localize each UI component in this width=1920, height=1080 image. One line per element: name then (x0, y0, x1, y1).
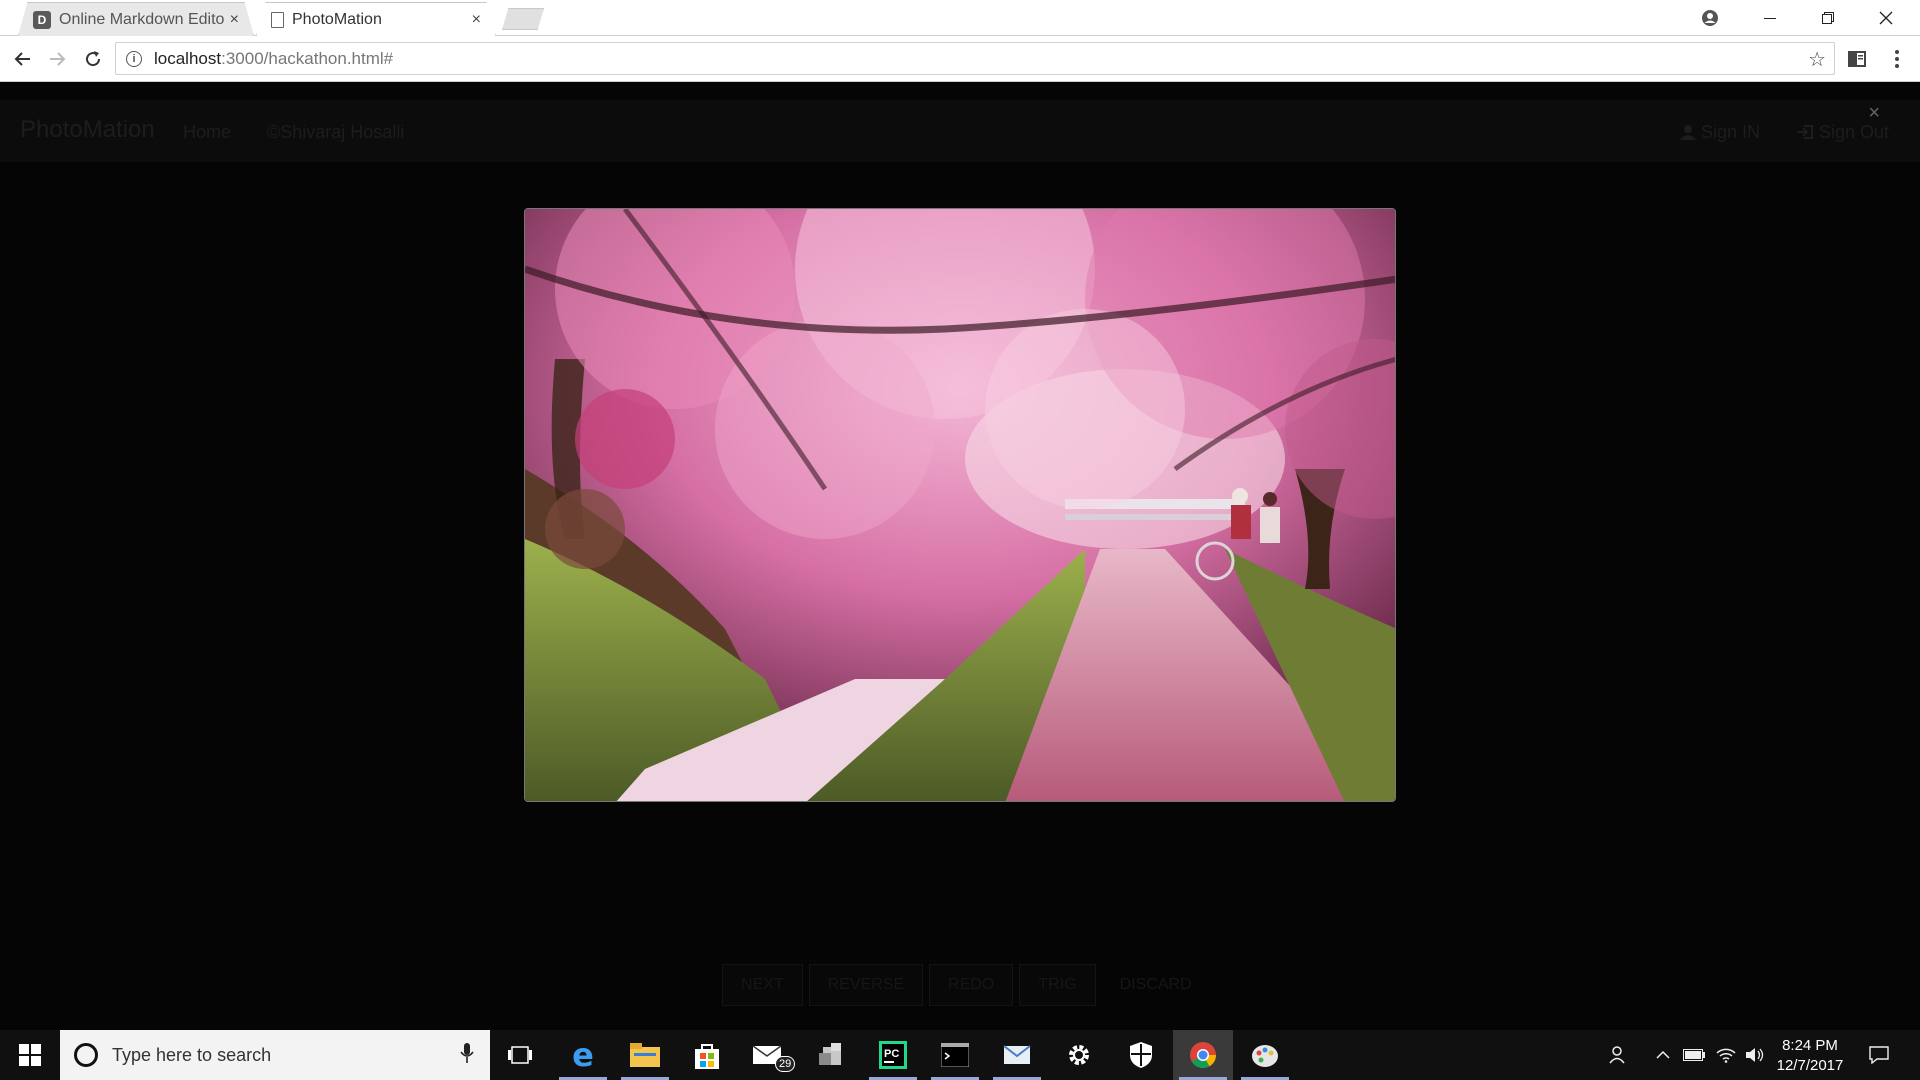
sign-in-label: Sign IN (1701, 122, 1761, 142)
paint-icon[interactable] (1235, 1030, 1295, 1080)
next-button[interactable]: NEXT (722, 964, 803, 1006)
markdown-favicon-icon: D (33, 10, 51, 29)
clock-date: 12/7/2017 (1776, 1057, 1844, 1074)
site-info-icon[interactable]: i (126, 50, 142, 67)
nav-credit-link[interactable]: ©Shivaraj Hosalli (267, 122, 404, 143)
sign-out-label: Sign Out (1819, 122, 1890, 142)
cherry-blossom-photo (524, 208, 1396, 802)
microphone-icon[interactable] (460, 1043, 474, 1068)
page-favicon-icon (271, 11, 284, 28)
windows-taskbar: Type here to search e 29 PC 8:24 PM 12/7… (0, 1030, 1920, 1080)
browser-tab-strip: D Online Markdown Editor × PhotoMation × (0, 0, 1920, 36)
tab-title: Online Markdown Editor (59, 10, 224, 28)
store-icon[interactable] (677, 1030, 737, 1080)
minimize-icon[interactable] (1742, 0, 1798, 36)
url-host: localhost (154, 48, 222, 68)
reading-list-icon[interactable] (1842, 44, 1872, 74)
browser-toolbar: i localhost:3000/hackathon.html# ☆ (0, 36, 1920, 82)
user-icon (1680, 125, 1696, 140)
reload-icon[interactable] (78, 44, 108, 74)
tab-close-icon[interactable]: × (472, 11, 481, 29)
clock-time: 8:24 PM (1782, 1037, 1838, 1054)
tab-title: PhotoMation (292, 10, 382, 28)
nav-home-link[interactable]: Home (183, 122, 231, 143)
restore-icon[interactable] (1800, 0, 1856, 36)
menu-dots-icon[interactable] (1882, 44, 1912, 74)
cherry-blossom-path-image (525, 209, 1395, 801)
address-bar[interactable]: i localhost:3000/hackathon.html# ☆ (115, 42, 1835, 75)
app-installer-icon[interactable] (801, 1030, 861, 1080)
sign-out-link[interactable]: Sign Out (1796, 122, 1889, 143)
bookmark-star-icon[interactable]: ☆ (1808, 47, 1826, 72)
log-in-icon (1797, 125, 1813, 139)
edge-browser-icon[interactable]: e (553, 1030, 613, 1080)
chrome-icon[interactable] (1173, 1030, 1233, 1080)
windows-start-icon[interactable] (0, 1030, 60, 1080)
tab-close-icon[interactable]: × (230, 11, 239, 29)
reverse-button[interactable]: REVERSE (808, 964, 924, 1006)
svg-text:PC: PC (884, 1048, 899, 1060)
settings-gear-icon[interactable] (1049, 1030, 1109, 1080)
people-icon[interactable] (1604, 1030, 1634, 1080)
search-placeholder: Type here to search (112, 1044, 272, 1065)
action-center-icon[interactable] (1862, 1030, 1896, 1080)
new-tab-button[interactable] (502, 8, 544, 30)
battery-icon[interactable] (1680, 1030, 1708, 1080)
tab-photomation[interactable]: PhotoMation × (256, 2, 496, 36)
forward-arrow-icon[interactable] (42, 44, 72, 74)
tab-online-markdown-editor[interactable]: D Online Markdown Editor × (18, 2, 254, 36)
wifi-icon[interactable] (1712, 1030, 1740, 1080)
trig-button[interactable]: TRIG (1019, 964, 1096, 1006)
file-explorer-icon[interactable] (615, 1030, 675, 1080)
site-brand[interactable]: PhotoMation (20, 116, 155, 144)
back-arrow-icon[interactable] (8, 44, 38, 74)
system-clock[interactable]: 8:24 PM 12/7/2017 (1760, 1036, 1860, 1076)
page-content: PhotoMation Home ©Shivaraj Hosalli Sign … (0, 82, 1920, 1030)
sign-in-link[interactable]: Sign IN (1680, 122, 1760, 143)
terminal-icon[interactable] (925, 1030, 985, 1080)
windows-defender-icon[interactable] (1111, 1030, 1171, 1080)
redo-button[interactable]: REDO (929, 964, 1014, 1006)
task-view-icon[interactable] (490, 1030, 550, 1080)
pycharm-icon[interactable]: PC (863, 1030, 923, 1080)
photo-action-buttons: NEXT REVERSE REDO TRIG DISCARD (722, 964, 1210, 1006)
mail-count-badge: 29 (775, 1056, 796, 1072)
url-path: :3000/hackathon.html# (221, 48, 394, 68)
discard-button[interactable]: DISCARD (1102, 964, 1210, 1006)
mail-icon[interactable]: 29 (739, 1030, 799, 1080)
taskbar-search-box[interactable]: Type here to search (60, 1030, 490, 1080)
mail-client-icon[interactable] (987, 1030, 1047, 1080)
site-navbar: PhotoMation Home ©Shivaraj Hosalli Sign … (0, 100, 1920, 162)
modal-close-icon[interactable]: × (1868, 102, 1880, 125)
cortana-icon[interactable] (74, 1043, 98, 1067)
profile-icon[interactable] (1682, 0, 1738, 36)
chevron-up-icon[interactable] (1650, 1030, 1676, 1080)
close-window-icon[interactable] (1858, 0, 1914, 36)
